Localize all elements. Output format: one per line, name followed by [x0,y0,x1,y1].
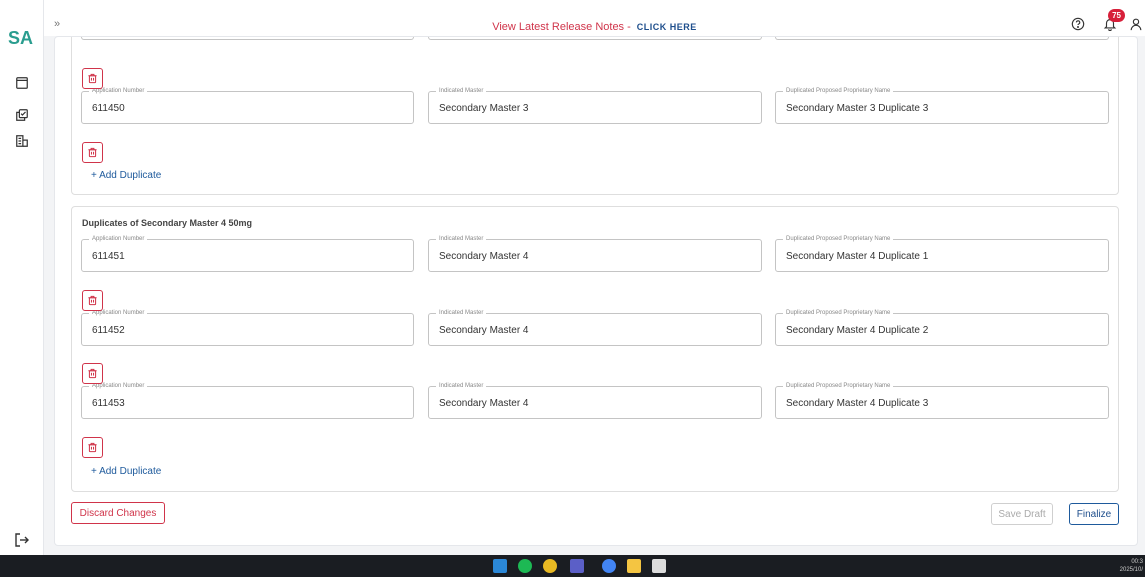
indicated-master-field[interactable]: Indicated Master Secondary Master 4 [428,235,762,272]
duplicated-name-field[interactable]: Duplicated Proposed Proprietary Name Sec… [775,235,1109,272]
finalize-button[interactable]: Finalize [1069,503,1119,525]
trash-icon [88,147,97,158]
discard-changes-button[interactable]: Discard Changes [71,502,165,524]
delete-row-button[interactable] [82,363,103,384]
duplicated-name-field[interactable]: Duplicated Proposed Proprietary Name Sec… [775,382,1109,419]
indicated-master-field[interactable] [428,37,762,40]
app-window: SA » View Latest Release Notes - CLICK HE… [0,0,1145,577]
spotify-icon[interactable] [518,559,532,573]
indicated-master-field[interactable]: Indicated Master Secondary Master 4 [428,382,762,419]
teams-icon[interactable] [570,559,584,573]
windows-start-icon[interactable] [493,559,507,573]
file-explorer-icon[interactable] [627,559,641,573]
delete-row-button[interactable] [82,142,103,163]
application-number-field[interactable]: Application Number 611453 [81,382,414,419]
save-draft-button[interactable]: Save Draft [991,503,1053,525]
main-content: Application Number 611450 Indicated Mast… [54,36,1138,546]
indicated-master-field[interactable]: Indicated Master Secondary Master 4 [428,309,762,346]
add-duplicate-button[interactable]: + Add Duplicate [91,466,161,477]
left-sidebar: SA [0,0,44,555]
delete-row-button[interactable] [82,290,103,311]
chrome-icon[interactable] [543,559,557,573]
trash-icon [88,73,97,84]
duplicate-group-card: Duplicates of Secondary Master 4 50mg Ap… [71,206,1119,492]
delete-row-button[interactable] [82,68,103,89]
trash-icon [88,442,97,453]
release-notes-banner: View Latest Release Notes - CLICK HERE [44,21,1145,33]
duplicated-name-field[interactable]: Duplicated Proposed Proprietary Name Sec… [775,87,1109,124]
notification-badge: 75 [1108,9,1125,22]
window-icon[interactable] [13,74,31,92]
application-number-field[interactable]: Application Number 611452 [81,309,414,346]
trash-icon [88,368,97,379]
duplicated-name-field[interactable] [775,37,1109,40]
app-logo[interactable]: SA [8,28,33,49]
user-icon[interactable] [1129,17,1143,31]
application-number-field[interactable] [81,37,414,40]
help-circle-icon[interactable] [1071,17,1085,31]
release-notes-text: View Latest Release Notes - [492,21,631,33]
duplicated-name-field[interactable]: Duplicated Proposed Proprietary Name Sec… [775,309,1109,346]
application-number-field[interactable]: Application Number 611451 [81,235,414,272]
group-title: Duplicates of Secondary Master 4 50mg [82,218,253,228]
delete-row-button[interactable] [82,437,103,458]
app-icon[interactable] [652,559,666,573]
trash-icon [88,295,97,306]
building-icon[interactable] [13,132,31,150]
top-bar: » View Latest Release Notes - CLICK HERE … [44,0,1145,36]
duplicate-group-card: Application Number 611450 Indicated Mast… [71,37,1119,195]
copy-check-icon[interactable] [13,106,31,124]
indicated-master-field[interactable]: Indicated Master Secondary Master 3 [428,87,762,124]
add-duplicate-button[interactable]: + Add Duplicate [91,170,161,181]
release-notes-link[interactable]: CLICK HERE [637,22,697,32]
chrome-profile-icon[interactable] [602,559,616,573]
application-number-field[interactable]: Application Number 611450 [81,87,414,124]
os-taskbar: 00:3 2025/10/ [0,555,1145,577]
logout-icon[interactable] [14,532,30,548]
taskbar-clock[interactable]: 00:3 2025/10/ [1120,558,1143,574]
